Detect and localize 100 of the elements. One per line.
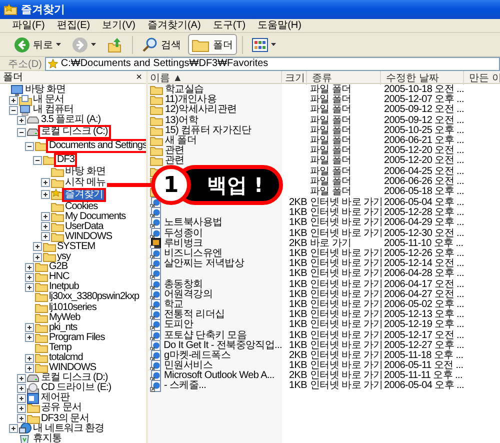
expand-icon[interactable]: [41, 232, 50, 242]
expand-icon[interactable]: [17, 414, 26, 424]
expand-icon[interactable]: [41, 190, 50, 200]
file-name[interactable]: 총동창회: [164, 280, 203, 290]
expand-icon[interactable]: [25, 272, 34, 282]
tree-item[interactable]: pki_nts: [48, 322, 78, 333]
tree-item[interactable]: G2B: [48, 262, 69, 272]
column-header[interactable]: 수정한 날짜: [384, 71, 464, 85]
tree-item[interactable]: 3.5 플로피 (A:): [40, 115, 102, 126]
collapse-icon[interactable]: [25, 142, 34, 151]
tree-item[interactable]: 즐겨찾기: [64, 190, 104, 200]
menu-item[interactable]: 보기(V): [102, 20, 136, 32]
expand-icon[interactable]: [41, 222, 50, 232]
tree-item[interactable]: DF3의 문서: [40, 414, 90, 424]
tree-item[interactable]: Cookies: [64, 202, 99, 212]
column-header[interactable]: 종류: [310, 71, 381, 85]
file-name[interactable]: 학교: [164, 300, 184, 310]
tree-item[interactable]: lj1010series: [48, 302, 98, 313]
file-name[interactable]: 도피안: [164, 320, 194, 330]
tree-item[interactable]: CD 드라이브 (E:): [40, 383, 112, 394]
file-name[interactable]: 15) 컴퓨터 자가진단: [165, 126, 252, 136]
close-button[interactable]: ×: [136, 72, 142, 82]
file-name[interactable]: 민원서비스: [164, 361, 213, 372]
tree-item[interactable]: 제어판: [40, 393, 70, 404]
tree-item[interactable]: WINDOWS: [64, 232, 114, 242]
file-name[interactable]: Microsoft Outlook Web A...: [164, 371, 274, 382]
tree-item[interactable]: My Documents: [64, 212, 127, 222]
column-header[interactable]: 크기: [285, 71, 307, 85]
collapse-icon[interactable]: [17, 128, 26, 137]
expand-icon[interactable]: [25, 354, 34, 363]
file-name[interactable]: 루비벙크: [164, 238, 203, 249]
folder-icon: [43, 242, 56, 252]
search-button[interactable]: 검색: [138, 34, 185, 55]
file-name[interactable]: 12)악세사리관련: [165, 105, 237, 116]
expand-icon[interactable]: [9, 424, 18, 434]
file-name[interactable]: g마켓-레드폭스: [164, 350, 230, 361]
file-name[interactable]: 어원격강의: [164, 290, 213, 300]
menu-item[interactable]: 편집(E): [56, 20, 90, 32]
tree-item[interactable]: 로컬 디스크 (C:): [40, 127, 109, 138]
expand-icon[interactable]: [41, 212, 50, 222]
expand-icon[interactable]: [25, 364, 34, 373]
tree-item[interactable]: ysy: [56, 252, 72, 262]
file-name[interactable]: 두성종이: [164, 228, 203, 239]
tree-item[interactable]: 휴지통: [32, 434, 62, 443]
tree-item[interactable]: HNC: [48, 272, 70, 282]
expand-icon[interactable]: [17, 116, 26, 125]
tree-item[interactable]: WINDOWS: [48, 363, 98, 374]
expand-icon[interactable]: [33, 242, 42, 252]
expand-icon[interactable]: [9, 96, 18, 105]
menu-item[interactable]: 즐겨찾기(A): [147, 20, 201, 32]
file-name[interactable]: 전통적 리더십: [164, 310, 225, 320]
file-name[interactable]: 포토샵 단축키 모음: [164, 330, 247, 340]
tree-item[interactable]: MyWeb: [48, 312, 82, 323]
tree-item[interactable]: 바탕 화면: [24, 85, 66, 96]
tree-item[interactable]: 로컬 디스크 (D:): [40, 373, 109, 384]
file-name[interactable]: 학교실습: [165, 85, 204, 96]
column-header[interactable]: 만든 이: [467, 71, 500, 85]
tree-item[interactable]: 내 문서: [32, 95, 65, 106]
tree-item[interactable]: Temp: [48, 342, 72, 353]
tree-item[interactable]: 내 컴퓨터: [32, 105, 74, 116]
file-name[interactable]: 관련: [165, 156, 184, 166]
file-name[interactable]: 11)개인사용: [165, 95, 217, 106]
expand-icon[interactable]: [25, 333, 34, 342]
expand-icon[interactable]: [25, 262, 34, 272]
tree-item[interactable]: 공유 문서: [40, 403, 82, 414]
expand-icon[interactable]: [41, 178, 50, 188]
file-name[interactable]: 새 폴더: [165, 136, 197, 146]
file-name[interactable]: 살안찌는 저녁밥상: [164, 259, 244, 270]
collapse-icon[interactable]: [9, 106, 18, 115]
tree-item[interactable]: SYSTEM: [56, 242, 96, 252]
tree-item[interactable]: Program Files: [48, 332, 106, 343]
tree-item[interactable]: DF3: [56, 155, 76, 166]
tree-item[interactable]: UserData: [64, 222, 104, 232]
file-name[interactable]: 비즈니스유엔: [164, 249, 222, 259]
expand-icon[interactable]: [17, 374, 26, 383]
expand-icon[interactable]: [17, 394, 26, 403]
tree-item[interactable]: 시작 메뉴: [64, 178, 106, 188]
tree-item[interactable]: lj30xx_3380pswin2kxp: [48, 292, 140, 302]
expand-icon[interactable]: [33, 252, 42, 262]
tree-item[interactable]: 바탕 화면: [64, 167, 106, 178]
back-button[interactable]: 뒤로: [10, 34, 65, 55]
file-name[interactable]: - 스케줄...: [164, 381, 206, 392]
tree-item[interactable]: 내 네트워크 환경: [32, 424, 106, 434]
collapse-icon[interactable]: [33, 156, 42, 165]
tree-item[interactable]: totalcmd: [48, 353, 84, 364]
menu-item[interactable]: 도구(T): [212, 20, 246, 32]
expand-icon[interactable]: [17, 384, 26, 393]
tree-item[interactable]: Inetpub: [48, 282, 80, 292]
file-name[interactable]: 13)어학: [165, 116, 198, 126]
file-name[interactable]: 관련: [165, 146, 184, 156]
file-name[interactable]: Do It Get It - 전북중앙직업...: [164, 340, 282, 351]
expand-icon[interactable]: [17, 404, 26, 413]
folders-button[interactable]: 폴더: [188, 34, 237, 55]
menu-item[interactable]: 도움말(H): [258, 20, 302, 32]
file-type: 인터넷 바로 가기: [310, 280, 381, 290]
address-field[interactable]: C:₩Documents and Settings₩DF3₩Favorites: [44, 56, 500, 70]
expand-icon[interactable]: [25, 323, 34, 332]
file-name[interactable]: 노트북사용법: [164, 218, 222, 228]
expand-icon[interactable]: [25, 282, 34, 292]
menu-item[interactable]: 파일(F): [12, 20, 45, 32]
